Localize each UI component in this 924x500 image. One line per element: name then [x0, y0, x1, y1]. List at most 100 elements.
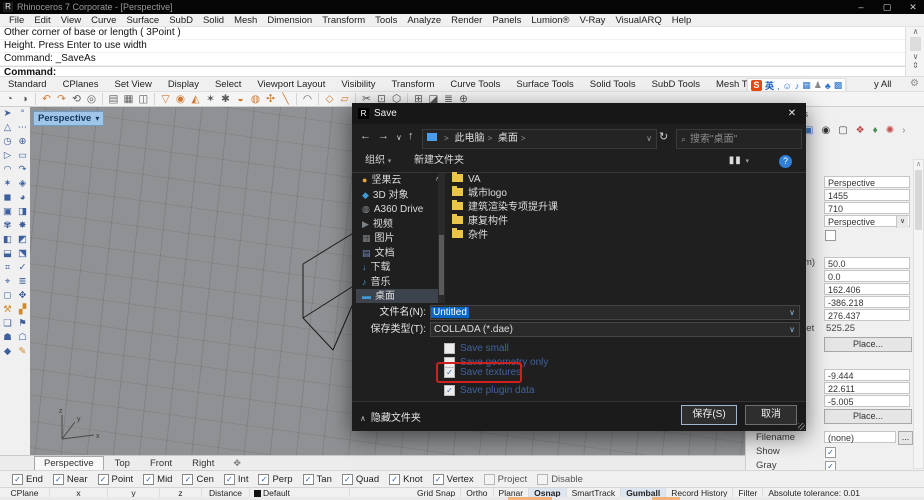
menu-analyze[interactable]: Analyze [402, 15, 446, 26]
lens-length-field[interactable]: 50.0 [824, 257, 910, 269]
command-scrollbar[interactable]: ∧ ∨ ⇕ [905, 27, 924, 76]
tree-scroll-thumb[interactable] [439, 235, 444, 295]
toolbar-icon-3[interactable]: ↶ [40, 93, 53, 105]
panel-tab-rendering-icon[interactable]: ✺ [886, 125, 894, 136]
sidebar-tool-icon-31[interactable]: ❏ [0, 317, 15, 331]
tab-select[interactable]: Select [207, 79, 249, 90]
viewport-height-field[interactable]: 710 [824, 202, 910, 214]
tab-set-view[interactable]: Set View [106, 79, 159, 90]
toolbar-icon-15[interactable]: ◒ [234, 93, 247, 105]
osnap-cen[interactable]: ✓ Cen [182, 473, 214, 485]
menu-transform[interactable]: Transform [317, 15, 370, 26]
new-folder-button[interactable]: 新建文件夹 [414, 151, 464, 171]
checkbox-checked-icon[interactable]: ✓ [302, 473, 314, 485]
target-z-field[interactable]: -5.005 [824, 395, 910, 407]
checkbox-unchecked-icon[interactable] [537, 473, 549, 485]
tree-item-3d-objects[interactable]: ◆ 3D 对象 [356, 188, 442, 203]
filename-input[interactable]: Untitled ∨ [430, 305, 800, 320]
ime-emoji-icon[interactable]: ☺ [783, 81, 792, 91]
toolbar-icon-21[interactable]: ▱ [338, 93, 351, 105]
menu-solid[interactable]: Solid [198, 15, 229, 26]
menu-edit[interactable]: Edit [29, 15, 55, 26]
viewport-title-field[interactable]: Perspective [824, 176, 910, 188]
organize-button[interactable]: 组织 ▾ [365, 151, 391, 172]
tab-visibility[interactable]: Visibility [333, 79, 383, 90]
place-target-button[interactable]: Place... [824, 409, 912, 424]
tab-partial-label[interactable]: y All [874, 79, 891, 90]
sidebar-tool-icon-11[interactable]: ✶ [0, 177, 15, 191]
checkbox-unchecked-icon[interactable] [483, 473, 495, 485]
tab-curve-tools[interactable]: Curve Tools [442, 79, 508, 90]
cancel-button[interactable]: 取消 [745, 405, 797, 425]
toolbar-icon-11[interactable]: ◉ [174, 93, 187, 105]
toolbar-icon-13[interactable]: ✶ [204, 93, 217, 105]
panel-tab-display-icon[interactable]: ▢ [838, 125, 847, 136]
gear-icon[interactable]: ⚙ [910, 78, 919, 89]
breadcrumb-bar[interactable]: > 此电脑 > 桌面 > ∨ [422, 129, 657, 149]
sidebar-tool-icon-33[interactable]: ☗ [0, 331, 15, 345]
toolbar-icon-4[interactable]: ↷ [55, 93, 68, 105]
checkbox-checked-icon[interactable]: ✓ [182, 473, 194, 485]
toolbar-icon-14[interactable]: ✱ [219, 93, 232, 105]
tree-item-videos[interactable]: ▶ 视频 [356, 217, 442, 232]
tab-surface-tools[interactable]: Surface Tools [508, 79, 581, 90]
toolbar-icon-7[interactable]: ▤ [107, 93, 120, 105]
sidebar-tool-icon-34[interactable]: ☖ [15, 331, 30, 345]
camera-x-field[interactable]: 162.406 [824, 283, 910, 295]
tree-item-desktop[interactable]: ▬ 桌面 [356, 289, 442, 303]
breadcrumb-this-pc[interactable]: 此电脑 [454, 133, 484, 144]
chevron-down-icon[interactable]: ∨ [789, 306, 795, 320]
sidebar-tool-icon-24[interactable]: ✓ [15, 261, 30, 275]
sidebar-tool-icon-23[interactable]: ⌗ [0, 261, 15, 275]
forward-icon[interactable]: → [378, 130, 389, 142]
menu-subd[interactable]: SubD [164, 15, 198, 26]
browse-button[interactable]: ... [898, 431, 913, 445]
osnap-knot[interactable]: ✓ Knot [389, 473, 423, 485]
search-box[interactable]: ⌕ 搜索"桌面" [676, 129, 802, 149]
menu-help[interactable]: Help [667, 15, 697, 26]
sidebar-tool-icon-21[interactable]: ⬓ [0, 247, 15, 261]
projection-select[interactable]: Perspective ∨ [824, 215, 910, 228]
toolbar-icon-1[interactable]: ◔ [3, 93, 16, 105]
panel-tab-overflow-icon[interactable]: › [902, 125, 905, 136]
tab-transform[interactable]: Transform [383, 79, 442, 90]
locked-checkbox[interactable] [825, 230, 836, 241]
checkbox-unchecked-icon[interactable] [444, 342, 455, 354]
osnap-disable[interactable]: Disable [537, 473, 583, 485]
folder-item-va[interactable]: VA [452, 172, 800, 187]
sidebar-tool-icon-22[interactable]: ⬔ [15, 247, 30, 261]
up-icon[interactable]: ↑ [408, 130, 414, 142]
toolbar-icon-17[interactable]: ✣ [264, 93, 277, 105]
panel-scroll-thumb[interactable] [915, 170, 922, 230]
show-checkbox[interactable]: ✓ [825, 447, 836, 458]
sidebar-tool-icon-12[interactable]: ◈ [15, 177, 30, 191]
menu-surface[interactable]: Surface [121, 15, 164, 26]
toolbar-icon-6[interactable]: ◎ [85, 93, 98, 105]
osnap-project[interactable]: Project [483, 473, 527, 485]
menu-lumion[interactable]: Lumion® [526, 15, 574, 26]
hide-folders-button[interactable]: ∧ 隐藏文件夹 [360, 409, 421, 424]
sidebar-tool-icon-2[interactable]: ° [15, 107, 30, 121]
osnap-tan[interactable]: ✓ Tan [302, 473, 332, 485]
filetype-select[interactable]: COLLADA (*.dae) ∨ [430, 322, 800, 337]
minimize-button[interactable]: – [850, 0, 872, 14]
chevron-down-icon[interactable]: ∨ [789, 323, 795, 337]
scroll-up-icon[interactable]: ∧ [906, 27, 924, 36]
tree-scrollbar[interactable] [438, 173, 445, 303]
sidebar-tool-icon-1[interactable]: ➤ [0, 107, 15, 121]
sidebar-tool-icon-32[interactable]: ⚑ [15, 317, 30, 331]
save-button[interactable]: 保存(S) [681, 405, 737, 425]
osnap-quad[interactable]: ✓ Quad [341, 473, 379, 485]
tree-item-music[interactable]: ♪ 音乐 [356, 275, 442, 290]
sidebar-tool-icon-4[interactable]: ⋯ [15, 121, 30, 135]
osnap-perp[interactable]: ✓ Perp [258, 473, 293, 485]
sidebar-tool-icon-9[interactable]: ◠ [0, 163, 15, 177]
sidebar-tool-icon-36[interactable]: ✎ [15, 345, 30, 359]
resize-grip[interactable] [798, 423, 805, 430]
close-button[interactable]: ✕ [902, 0, 924, 14]
option-save-small[interactable]: Save small [444, 341, 509, 355]
place-camera-button[interactable]: Place... [824, 337, 912, 352]
sidebar-tool-icon-28[interactable]: ✥ [15, 289, 30, 303]
sidebar-tool-icon-27[interactable]: ◻ [0, 289, 15, 303]
viewport-tab-top[interactable]: Top [106, 457, 139, 470]
